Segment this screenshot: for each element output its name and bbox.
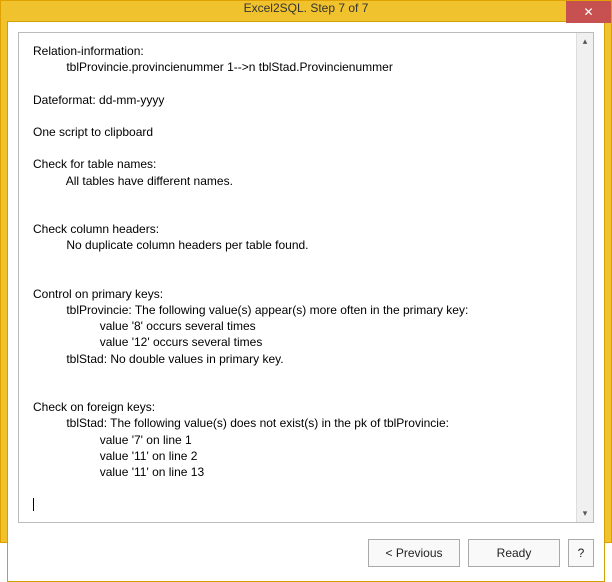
scroll-down-icon[interactable]: ▾ — [577, 505, 593, 522]
scroll-track[interactable] — [577, 50, 593, 505]
report-panel: Relation-information: tblProvincie.provi… — [18, 32, 594, 523]
previous-button[interactable]: < Previous — [368, 539, 460, 567]
wizard-body: Relation-information: tblProvincie.provi… — [7, 21, 605, 582]
text-cursor — [33, 498, 34, 511]
report-text[interactable]: Relation-information: tblProvincie.provi… — [19, 33, 576, 522]
ready-button[interactable]: Ready — [468, 539, 560, 567]
wizard-window: Excel2SQL. Step 7 of 7 ✕ Relation-inform… — [0, 0, 612, 543]
close-button[interactable]: ✕ — [566, 1, 611, 23]
button-row: < Previous Ready ? — [18, 523, 594, 571]
scroll-up-icon[interactable]: ▴ — [577, 33, 593, 50]
close-icon: ✕ — [583, 5, 593, 19]
titlebar: Excel2SQL. Step 7 of 7 ✕ — [1, 1, 611, 15]
help-button[interactable]: ? — [568, 539, 594, 567]
vertical-scrollbar[interactable]: ▴ ▾ — [576, 33, 593, 522]
window-title: Excel2SQL. Step 7 of 7 — [1, 1, 611, 15]
